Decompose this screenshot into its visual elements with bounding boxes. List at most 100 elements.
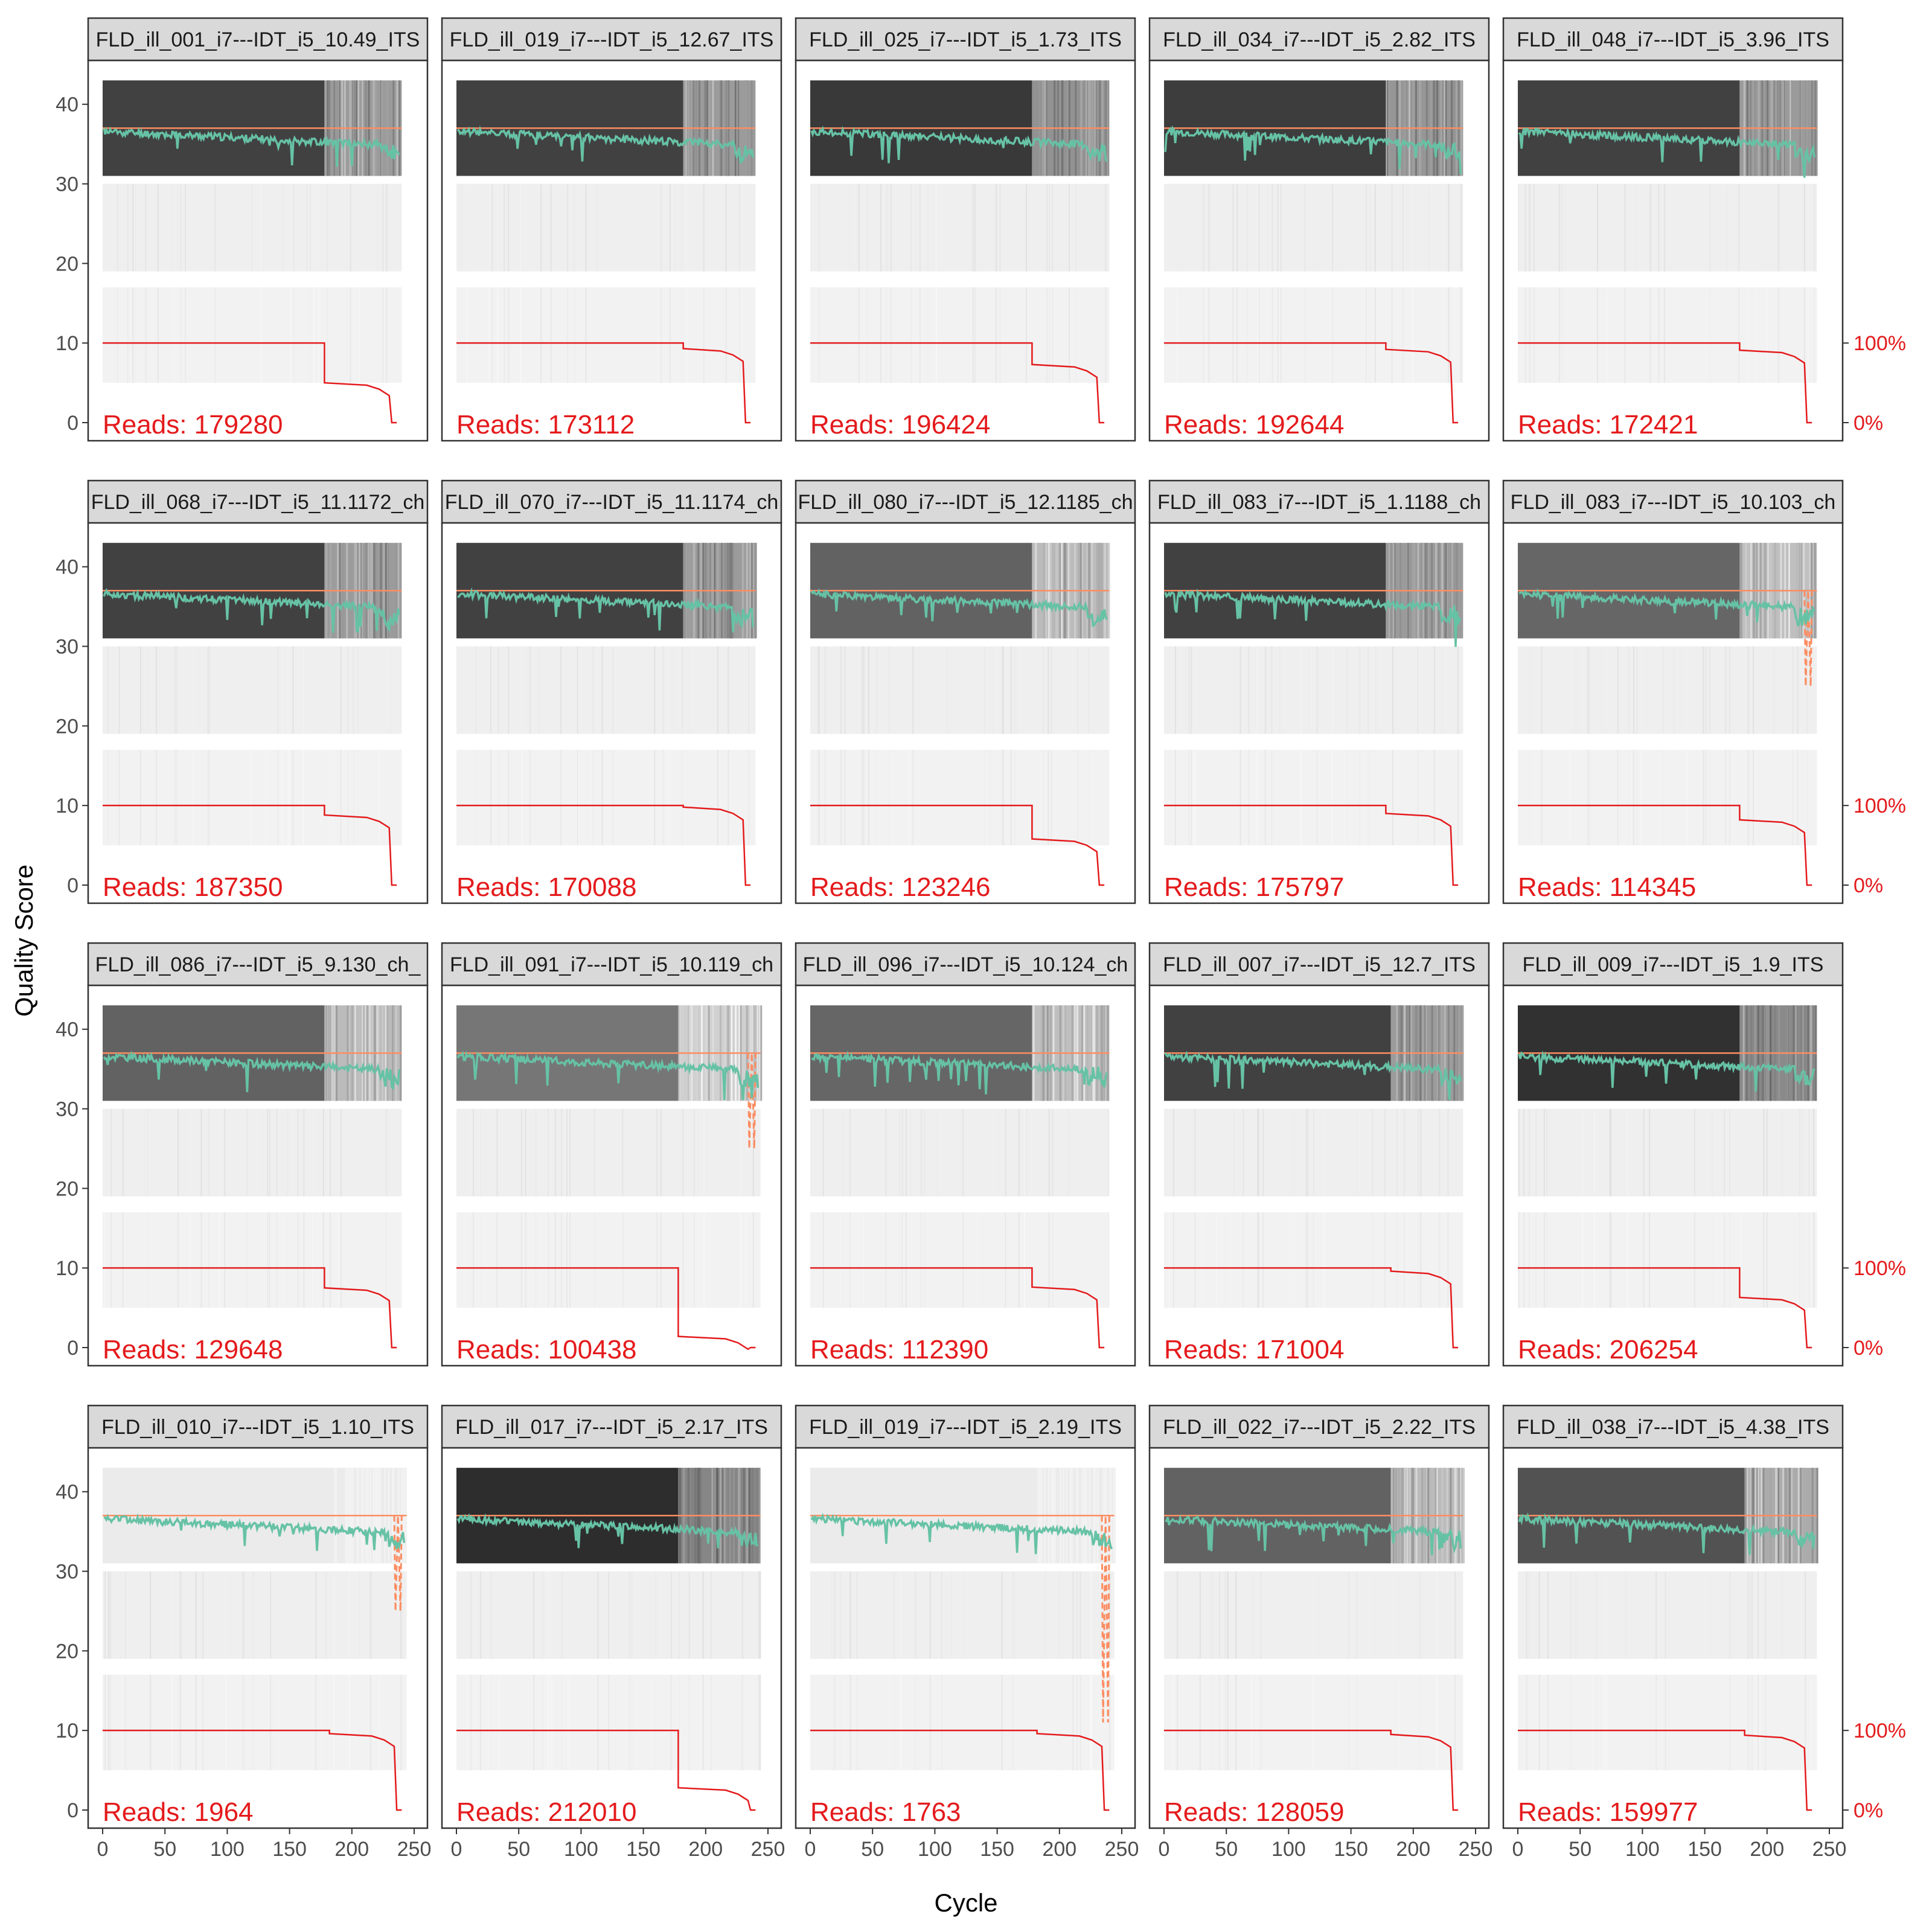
reads-label: Reads: 179280 bbox=[103, 410, 283, 440]
quality-heat-stripe bbox=[1625, 184, 1627, 272]
quality-heat-stripe bbox=[1012, 1674, 1014, 1771]
quality-heat-stripe bbox=[593, 1212, 595, 1308]
quality-heat-stripe bbox=[890, 287, 892, 383]
quality-heat-stripe bbox=[475, 646, 476, 734]
quality-heat-stripe bbox=[915, 1571, 916, 1659]
facet-panel: FLD_ill_019_i7---IDT_i5_12.67_ITS Reads: … bbox=[441, 17, 782, 442]
quality-heat-stripe bbox=[1518, 287, 1520, 383]
quality-heat-stripe bbox=[377, 287, 379, 383]
quality-heat-stripe bbox=[1413, 184, 1415, 272]
quality-heat-stripe bbox=[312, 1212, 314, 1308]
quality-heat-stripe bbox=[341, 1212, 342, 1308]
quality-heat-stripe bbox=[378, 749, 380, 846]
quality-heat-stripe bbox=[1018, 1108, 1020, 1197]
quality-heat-stripe bbox=[459, 287, 461, 383]
quality-heat-stripe bbox=[1436, 1674, 1438, 1771]
x-tick-label: 50 bbox=[1569, 1838, 1591, 1861]
quality-heat-stripe bbox=[875, 646, 877, 734]
quality-heat-stripe bbox=[703, 1108, 705, 1197]
x-tick-label: 250 bbox=[1105, 1838, 1139, 1861]
quality-heat-stripe bbox=[330, 1108, 331, 1197]
quality-heat-stripe bbox=[885, 1212, 887, 1308]
quality-heat-stripe bbox=[995, 184, 997, 272]
quality-heat-stripe bbox=[1518, 184, 1520, 272]
quality-heat-stripe bbox=[127, 287, 129, 383]
quality-heat-stripe bbox=[124, 1212, 126, 1308]
quality-heat-stripe bbox=[705, 1212, 707, 1308]
quality-heat-stripe bbox=[976, 1108, 977, 1197]
reads-label: Reads: 1964 bbox=[103, 1797, 254, 1827]
quality-heat-stripe bbox=[1268, 1571, 1270, 1659]
quality-heat-stripe bbox=[182, 1674, 184, 1771]
quality-heat-stripe bbox=[849, 287, 851, 383]
quality-heat-stripe bbox=[224, 1212, 226, 1308]
quality-heat-stripe bbox=[1277, 287, 1279, 383]
quality-heat-stripe bbox=[466, 1674, 468, 1771]
quality-heat-stripe bbox=[1703, 749, 1704, 846]
quality-heat-stripe bbox=[147, 1212, 149, 1308]
quality-heat-stripe bbox=[144, 1108, 146, 1197]
quality-heat-stripe bbox=[1058, 1674, 1060, 1771]
quality-heat-stripe bbox=[629, 1212, 630, 1308]
quality-heat-stripe bbox=[1433, 646, 1435, 734]
quality-heat-stripe bbox=[120, 1571, 121, 1659]
quality-heat-stripe bbox=[1420, 1108, 1422, 1197]
quality-heat-stripe bbox=[1439, 1108, 1441, 1197]
facet-panel: FLD_ill_091_i7---IDT_i5_10.119_ch Reads: … bbox=[441, 942, 782, 1367]
quality-heat-stripe bbox=[817, 749, 819, 846]
quality-heat-stripe bbox=[176, 749, 178, 846]
x-tick-label: 50 bbox=[1215, 1838, 1238, 1861]
quality-heat-stripe bbox=[741, 1674, 743, 1771]
quality-heat-stripe bbox=[1419, 1571, 1421, 1659]
quality-heat-stripe bbox=[1766, 1212, 1768, 1308]
quality-heat-stripe bbox=[1649, 1108, 1651, 1197]
quality-heat-stripe bbox=[1230, 1212, 1232, 1308]
y-tick-label: 10 bbox=[56, 332, 78, 355]
quality-heat-stripe bbox=[566, 1212, 568, 1308]
quality-heat-stripe bbox=[333, 1571, 334, 1659]
quality-heat-stripe bbox=[122, 1108, 124, 1197]
quality-heat-mid bbox=[810, 646, 1110, 734]
x-tick-label: 200 bbox=[1042, 1838, 1076, 1861]
quality-heat-stripe bbox=[922, 1674, 924, 1771]
quality-heat-stripe bbox=[1751, 1108, 1753, 1197]
quality-heat-mid bbox=[1518, 184, 1817, 272]
quality-heat-stripe bbox=[1313, 1212, 1314, 1308]
quality-heat-stripe bbox=[1813, 1108, 1815, 1197]
quality-heat-stripe bbox=[1640, 646, 1642, 734]
quality-heat-stripe bbox=[1260, 1674, 1262, 1771]
y-tick-label: 10 bbox=[56, 795, 78, 817]
quality-heat-stripe bbox=[849, 184, 851, 272]
quality-heat-stripe bbox=[1543, 1212, 1545, 1308]
quality-heat-stripe bbox=[147, 646, 149, 734]
quality-heat-stripe bbox=[386, 287, 388, 383]
quality-heat-stripe bbox=[1724, 1212, 1726, 1308]
quality-heat-stripe bbox=[1807, 287, 1809, 383]
quality-heat-stripe bbox=[195, 1674, 197, 1771]
quality-heat-stripe bbox=[1253, 1212, 1255, 1308]
quality-heat-stripe bbox=[1448, 184, 1450, 272]
quality-heat-stripe bbox=[1006, 1212, 1008, 1308]
quality-heat-stripe bbox=[818, 184, 820, 272]
quality-heat-stripe bbox=[660, 1212, 662, 1308]
quality-heat-stripe bbox=[567, 1571, 569, 1659]
quality-heat-stripe bbox=[1569, 646, 1571, 734]
quality-heat-stripe bbox=[371, 1571, 373, 1659]
y-tick-label: 20 bbox=[56, 1177, 78, 1200]
quality-heat-stripe bbox=[849, 1571, 851, 1659]
quality-heat-stripe bbox=[1765, 1674, 1767, 1771]
quality-heat-stripe bbox=[1358, 749, 1360, 846]
panel-plot-area bbox=[1164, 1468, 1465, 1811]
panel-plot-area bbox=[1164, 543, 1463, 886]
quality-heat-stripe bbox=[1649, 1212, 1651, 1308]
quality-heat-stripe bbox=[491, 184, 493, 272]
quality-heat-stripe bbox=[1060, 184, 1062, 272]
quality-heat-stripe bbox=[672, 749, 674, 846]
quality-heat-stripe bbox=[818, 287, 820, 383]
quality-heat-stripe bbox=[1757, 1674, 1759, 1771]
quality-heat-stripe bbox=[1114, 1468, 1116, 1564]
quality-heat-stripe bbox=[1001, 1571, 1003, 1659]
panel-plot-area bbox=[1164, 1005, 1464, 1349]
quality-heat-stripe bbox=[886, 287, 888, 383]
quality-heat-stripe bbox=[214, 287, 216, 383]
